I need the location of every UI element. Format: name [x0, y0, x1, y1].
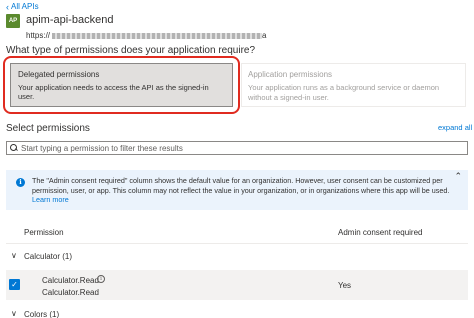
expand-all-link[interactable]: expand all [438, 123, 472, 132]
permission-filter[interactable] [6, 141, 468, 155]
select-permissions-title: Select permissions [6, 123, 90, 134]
permissions-table-header: Permission Admin consent required [6, 222, 468, 244]
permission-name: Calculator.Read [42, 276, 99, 285]
group-label: Calculator (1) [24, 252, 73, 261]
column-header-admin-consent: Admin consent required [338, 228, 423, 237]
admin-consent-info-bar: i The "Admin consent required" column sh… [6, 170, 468, 210]
app-uri: https://a [26, 31, 267, 40]
app-icon: AP [6, 14, 20, 28]
app-name: apim-api-backend [26, 14, 114, 26]
permission-group-colors[interactable]: ∨ Colors (1) [6, 306, 468, 318]
info-text: The "Admin consent required" column show… [32, 176, 450, 195]
group-label: Colors (1) [24, 310, 60, 318]
application-permissions-title: Application permissions [248, 70, 333, 79]
permission-checkbox[interactable]: ✓ [9, 279, 20, 290]
application-permissions-description: Your application runs as a background se… [248, 83, 440, 102]
application-permissions-card[interactable]: Application permissions Your application… [241, 63, 466, 107]
permission-filter-input[interactable] [21, 143, 461, 153]
permission-description: Calculator.Read [42, 288, 99, 297]
redacted-uri [52, 32, 263, 39]
admin-consent-value: Yes [338, 281, 352, 290]
search-icon [10, 144, 18, 152]
info-tooltip-icon[interactable]: i [97, 275, 105, 283]
highlight-annotation [3, 56, 240, 114]
learn-more-link[interactable]: Learn more [32, 195, 69, 204]
table-row[interactable]: ✓ Calculator.Read i Calculator.Read Yes [6, 270, 468, 300]
chevron-down-icon: ∨ [11, 251, 17, 260]
collapse-icon[interactable]: ⌃ [454, 171, 462, 182]
column-header-permission: Permission [24, 228, 64, 237]
chevron-down-icon: ∨ [11, 309, 17, 318]
permission-type-question: What type of permissions does your appli… [6, 45, 256, 56]
info-icon: i [16, 178, 25, 187]
back-link-label: All APIs [11, 2, 39, 11]
back-link[interactable]: ‹ All APIs [6, 2, 39, 11]
permission-group-calculator[interactable]: ∨ Calculator (1) [6, 244, 468, 268]
chevron-left-icon: ‹ [6, 1, 9, 12]
